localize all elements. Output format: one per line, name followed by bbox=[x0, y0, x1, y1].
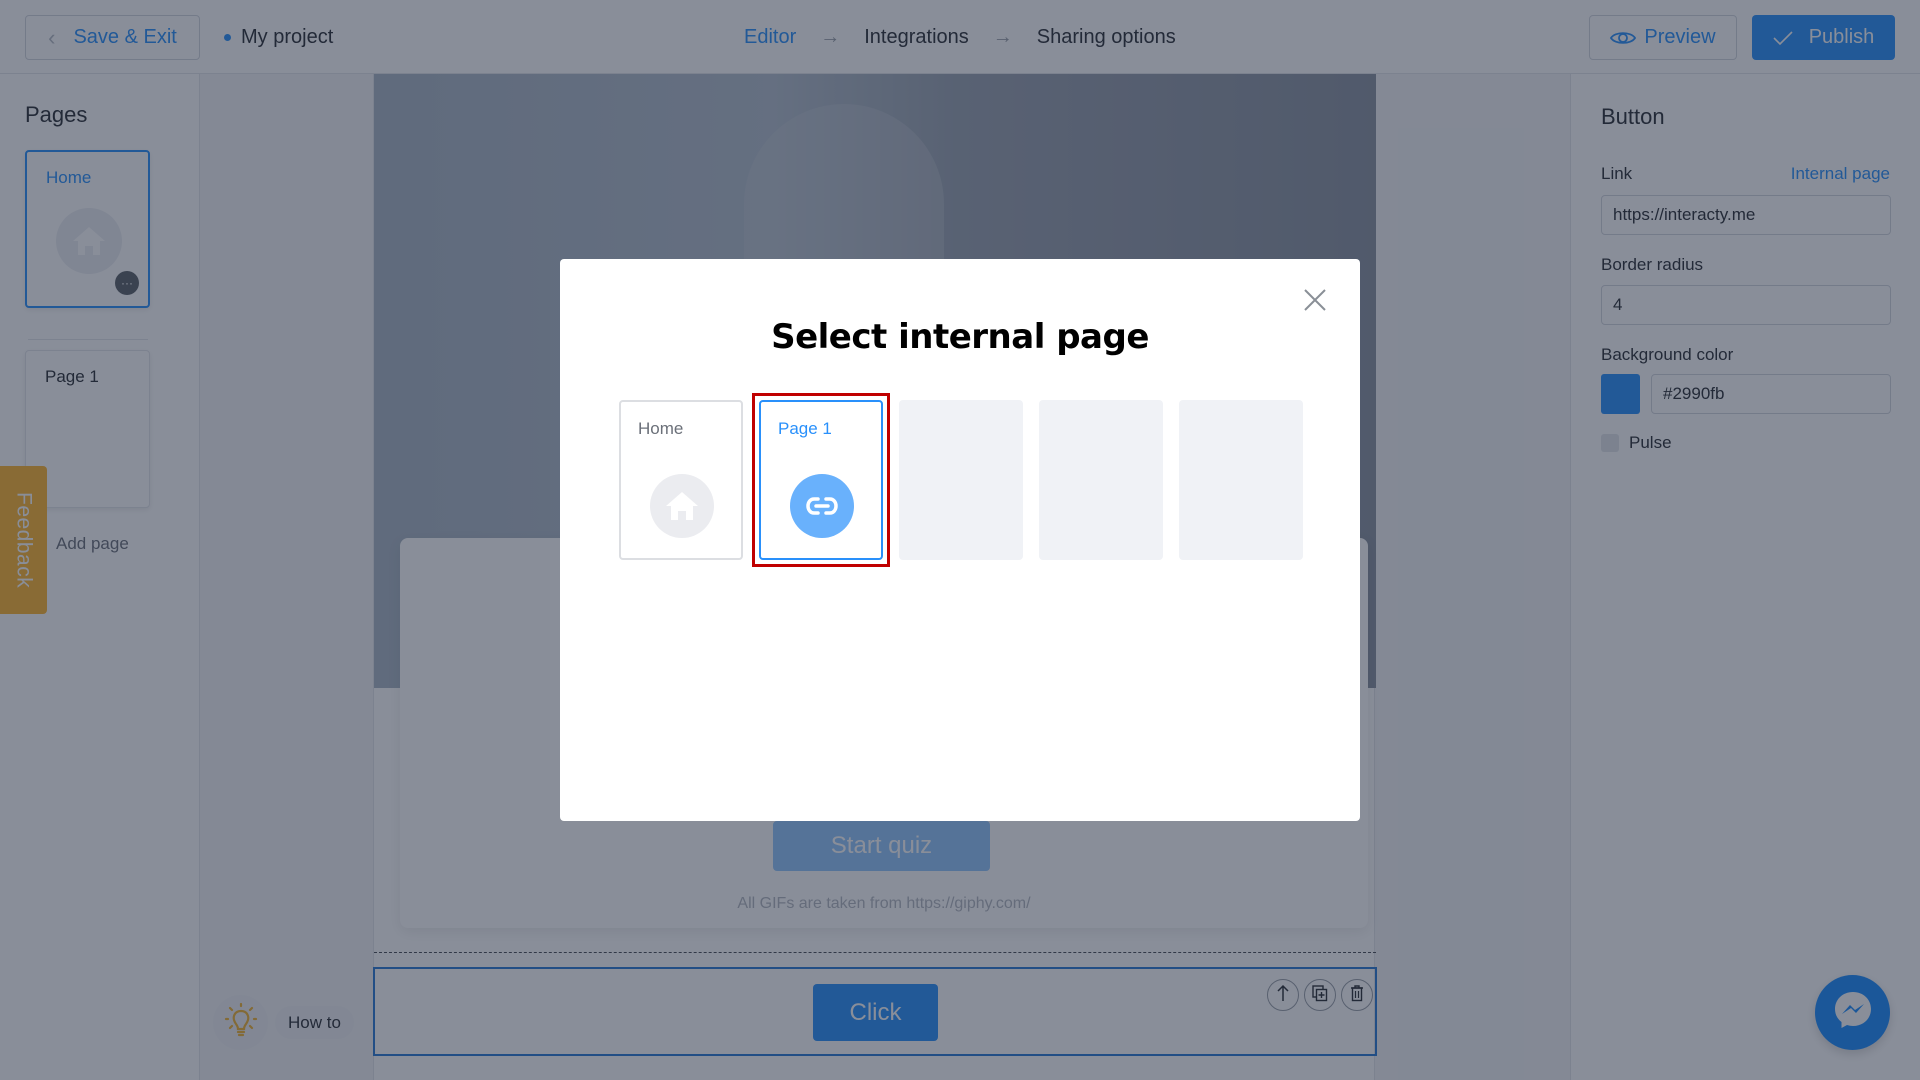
modal-title: Select internal page bbox=[771, 317, 1149, 357]
page-option-page-1[interactable]: Page 1 bbox=[759, 400, 883, 560]
page-option-empty bbox=[1179, 400, 1303, 560]
page-options: Home Page 1 bbox=[619, 400, 1303, 560]
home-icon bbox=[650, 474, 714, 538]
page-option-label: Page 1 bbox=[778, 419, 832, 438]
close-icon bbox=[1304, 288, 1326, 316]
page-option-empty bbox=[899, 400, 1023, 560]
close-button[interactable] bbox=[1302, 288, 1328, 316]
page-option-empty bbox=[1039, 400, 1163, 560]
link-icon bbox=[790, 474, 854, 538]
page-option-home[interactable]: Home bbox=[619, 400, 743, 560]
page-option-label: Home bbox=[638, 419, 684, 438]
select-internal-page-modal: Select internal page Home Page 1 bbox=[560, 259, 1360, 821]
